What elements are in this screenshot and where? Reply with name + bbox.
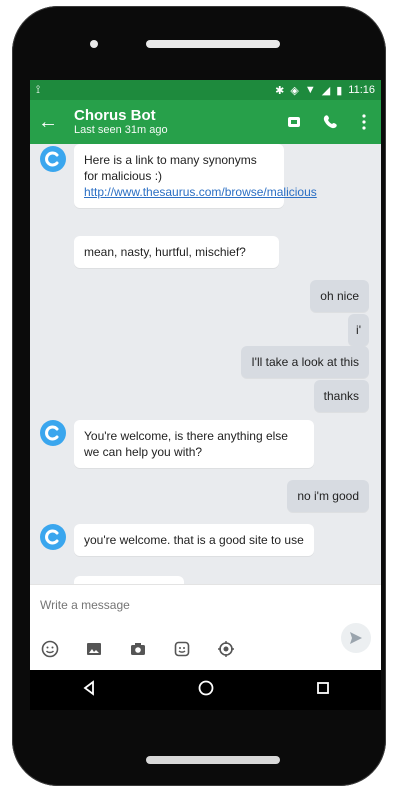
message-text: mean, nasty, hurtful, mischief? bbox=[84, 245, 246, 259]
bluetooth-icon: ✱ bbox=[275, 84, 285, 97]
status-right: ✱ ◈ ▼ ◢ ▮ 11:16 bbox=[275, 84, 375, 97]
bottom-speaker bbox=[146, 756, 280, 764]
bot-avatar bbox=[40, 420, 66, 446]
app-bar: ← Chorus Bot Last seen 31m ago bbox=[30, 100, 381, 144]
more-vert-icon[interactable] bbox=[355, 113, 373, 131]
message-bubble-me[interactable]: thanks bbox=[313, 380, 369, 412]
message-link[interactable]: http://www.thesaurus.com/browse/maliciou… bbox=[84, 185, 317, 199]
bot-avatar bbox=[40, 146, 66, 172]
phone-icon[interactable] bbox=[321, 113, 339, 131]
front-camera bbox=[90, 40, 98, 48]
message-bubble-bot[interactable]: you're welcome. that is a good site to u… bbox=[74, 524, 314, 556]
send-icon[interactable] bbox=[341, 623, 371, 653]
message-input[interactable] bbox=[38, 597, 322, 613]
back-nav-icon[interactable] bbox=[80, 679, 98, 702]
message-text: I'll take a look at this bbox=[251, 355, 359, 369]
vibrate-icon: ◈ bbox=[290, 84, 299, 97]
usb-icon: ⟟ bbox=[36, 83, 41, 96]
bot-avatar bbox=[40, 524, 66, 550]
message-bubble-me[interactable]: i' bbox=[348, 314, 369, 346]
message-text: i' bbox=[356, 323, 361, 337]
sticker-icon[interactable] bbox=[172, 639, 192, 659]
message-bubble-me[interactable]: no i'm good bbox=[287, 480, 369, 512]
location-icon[interactable] bbox=[216, 639, 236, 659]
message-text: no i'm good bbox=[297, 489, 359, 503]
compose-bar bbox=[30, 584, 381, 670]
message-text: you're welcome. that is a good site to u… bbox=[84, 533, 304, 547]
clock: 11:16 bbox=[348, 84, 375, 96]
app-actions bbox=[287, 113, 373, 131]
camera-icon[interactable] bbox=[128, 639, 148, 659]
image-icon[interactable] bbox=[84, 639, 104, 659]
signal-icon: ◢ bbox=[321, 84, 331, 97]
emoji-icon[interactable] bbox=[40, 639, 60, 659]
wifi-icon: ▼ bbox=[304, 84, 316, 96]
earpiece-speaker bbox=[146, 40, 280, 48]
chat-title-block[interactable]: Chorus Bot Last seen 31m ago bbox=[74, 106, 287, 137]
message-text: oh nice bbox=[320, 289, 359, 303]
message-text: You're welcome, is there anything else w… bbox=[84, 429, 288, 459]
recents-nav-icon[interactable] bbox=[314, 679, 332, 702]
status-bar: ⟟ ✱ ◈ ▼ ◢ ▮ 11:16 bbox=[30, 80, 381, 100]
video-icon[interactable] bbox=[287, 113, 305, 131]
battery-icon: ▮ bbox=[336, 84, 343, 97]
message-bubble-me[interactable]: oh nice bbox=[310, 280, 369, 312]
message-bubble-bot[interactable]: Here is a link to many synonyms for mali… bbox=[74, 144, 317, 208]
message-text: thanks bbox=[323, 389, 359, 403]
home-nav-icon[interactable] bbox=[197, 679, 215, 702]
compose-icons bbox=[40, 639, 236, 659]
message-bubble-me[interactable]: I'll take a look at this bbox=[241, 346, 369, 378]
android-nav-bar bbox=[30, 670, 381, 710]
message-bubble-bot[interactable]: You're welcome, is there anything else w… bbox=[74, 420, 314, 468]
screen: ⟟ ✱ ◈ ▼ ◢ ▮ 11:16 ← Chorus Bot Last seen… bbox=[30, 80, 381, 670]
message-text: Here is a link to many synonyms for mali… bbox=[84, 153, 257, 183]
arrow-left-icon[interactable]: ← bbox=[38, 111, 66, 134]
chat-title: Chorus Bot bbox=[74, 106, 156, 124]
last-seen: Last seen 31m ago bbox=[74, 123, 168, 136]
conversation[interactable]: Here is a link to many synonyms for mali… bbox=[30, 144, 381, 584]
message-bubble-bot[interactable]: mean, nasty, hurtful, mischief? bbox=[74, 236, 279, 268]
typing-bubble bbox=[74, 576, 184, 584]
